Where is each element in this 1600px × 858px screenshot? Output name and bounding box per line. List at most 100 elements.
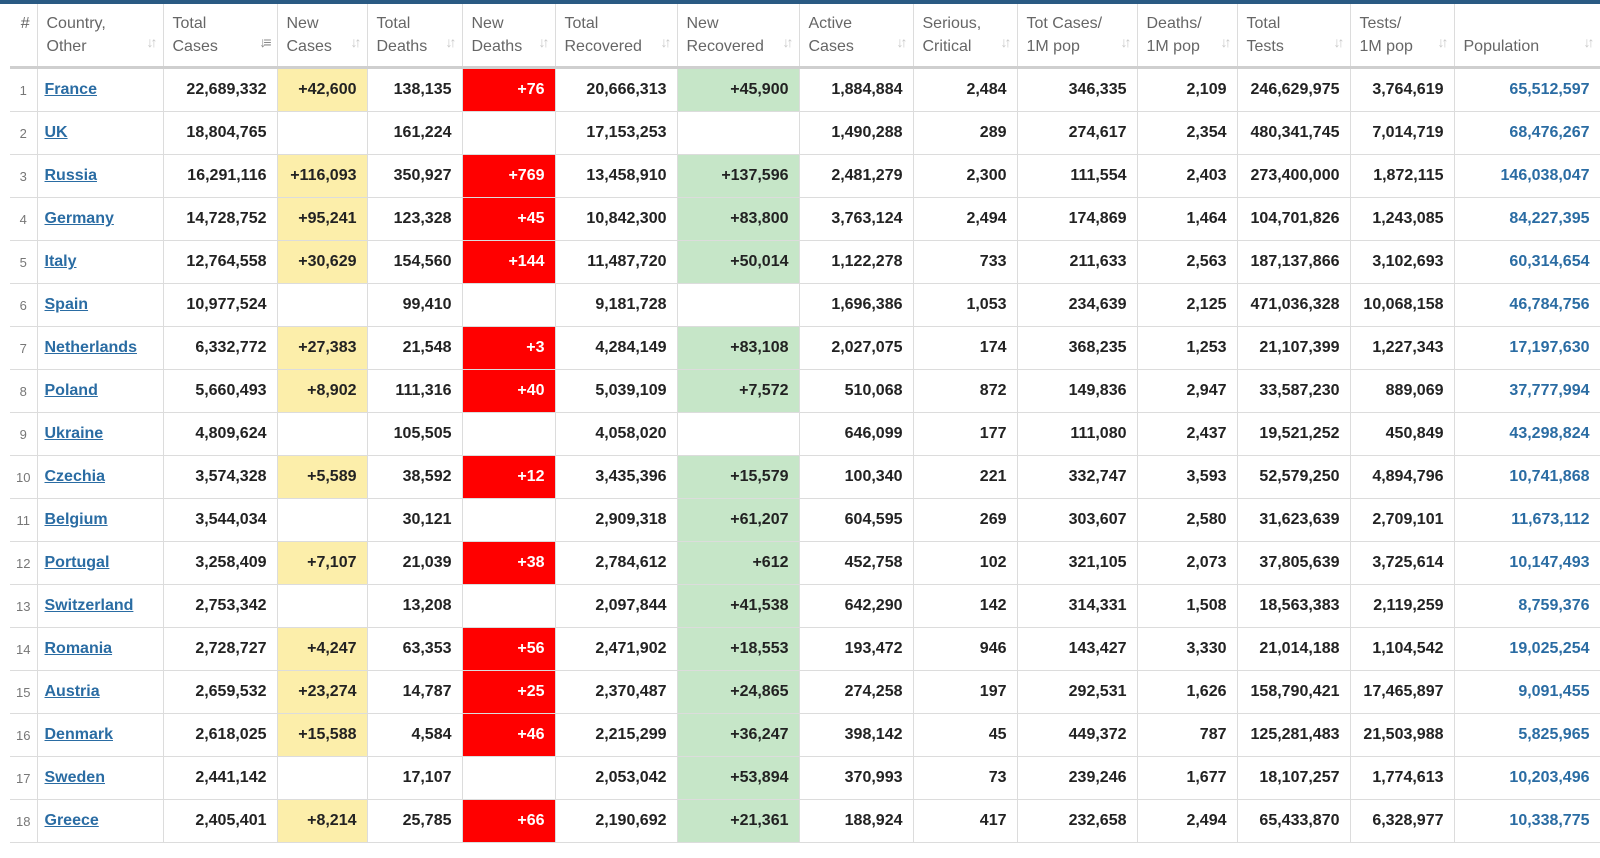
cell-idx: 12 — [10, 541, 38, 585]
cell-new-cases: +30,629 — [277, 240, 368, 284]
sort-arrows-icon[interactable]: ↓↑ — [661, 31, 672, 54]
cell-country[interactable]: Romania — [37, 627, 164, 671]
country-link[interactable]: Germany — [45, 210, 114, 227]
country-link[interactable]: Italy — [45, 253, 77, 270]
cell-country[interactable]: Russia — [37, 154, 164, 198]
cell-serious-critical: 417 — [913, 799, 1018, 843]
country-link[interactable]: Spain — [45, 296, 89, 313]
country-link[interactable]: Denmark — [45, 726, 113, 743]
table-row: 13 Switzerland 2,753,342 13,208 2,097,844 +41… — [10, 584, 1600, 628]
cell-total-deaths: 14,787 — [367, 670, 463, 714]
cell-new-cases: +8,214 — [277, 799, 368, 843]
cell-total-deaths: 161,224 — [367, 111, 463, 155]
column-header-total-deaths[interactable]: Total Deaths ↓↑ — [367, 4, 463, 69]
cell-country[interactable]: Germany — [37, 197, 164, 241]
cell-country[interactable]: Spain — [37, 283, 164, 327]
cell-total-tests: 125,281,483 — [1237, 713, 1351, 757]
cell-country[interactable]: Czechia — [37, 455, 164, 499]
cell-new-recovered: +21,361 — [677, 799, 800, 843]
cell-new-cases — [277, 412, 368, 456]
column-header-active-cases[interactable]: Active Cases ↓↑ — [799, 4, 914, 69]
cell-total-tests: 65,433,870 — [1237, 799, 1351, 843]
cell-total-recovered: 4,284,149 — [555, 326, 678, 370]
table-header: # Country, Other ↓↑ Total Cases ↓≡ New Cases ↓↑ T… — [10, 4, 1600, 69]
column-header-total-tests[interactable]: Total Tests ↓↑ — [1237, 4, 1351, 69]
column-header-label: Critical — [922, 38, 972, 55]
cell-country[interactable]: Sweden — [37, 756, 164, 800]
sort-arrows-icon[interactable]: ↓↑ — [1438, 31, 1449, 54]
cell-country[interactable]: UK — [37, 111, 164, 155]
column-header-new-cases[interactable]: New Cases ↓↑ — [277, 4, 368, 69]
country-link[interactable]: Ukraine — [45, 425, 104, 442]
cell-deaths-1m: 2,580 — [1137, 498, 1238, 542]
cell-new-cases: +5,589 — [277, 455, 368, 499]
country-link[interactable]: Russia — [45, 167, 97, 184]
table-row: 8 Poland 5,660,493 +8,902 111,316 +40 5,039,10… — [10, 369, 1600, 413]
sort-arrows-icon[interactable]: ↓↑ — [897, 31, 908, 54]
cell-population: 68,476,267 — [1454, 111, 1600, 155]
cell-country[interactable]: Denmark — [37, 713, 164, 757]
sort-arrows-icon[interactable]: ↓↑ — [539, 31, 550, 54]
cell-new-cases — [277, 111, 368, 155]
country-link[interactable]: UK — [45, 124, 68, 141]
cell-total-cases: 6,332,772 — [163, 326, 278, 370]
country-link[interactable]: Sweden — [45, 769, 105, 786]
column-header-total-cases[interactable]: Total Cases ↓≡ — [163, 4, 278, 69]
cell-new-recovered: +53,894 — [677, 756, 800, 800]
country-link[interactable]: Czechia — [45, 468, 105, 485]
column-header-new-deaths[interactable]: New Deaths ↓↑ — [462, 4, 556, 69]
cell-total-cases: 2,441,142 — [163, 756, 278, 800]
country-link[interactable]: Greece — [45, 812, 99, 829]
column-header-new-recovered[interactable]: New Recovered ↓↑ — [677, 4, 800, 69]
cell-total-tests: 33,587,230 — [1237, 369, 1351, 413]
sort-arrows-icon[interactable]: ↓↑ — [1221, 31, 1232, 54]
cell-population: 65,512,597 — [1454, 67, 1600, 112]
country-link[interactable]: Portugal — [45, 554, 110, 571]
cell-country[interactable]: France — [37, 67, 164, 112]
sort-arrows-icon[interactable]: ↓↑ — [1001, 31, 1012, 54]
column-header-deaths-1m[interactable]: Deaths/1M pop ↓↑ — [1137, 4, 1238, 69]
cell-country[interactable]: Netherlands — [37, 326, 164, 370]
cell-country[interactable]: Switzerland — [37, 584, 164, 628]
column-header-idx[interactable]: # — [10, 4, 38, 69]
cell-tot-cases-1m: 143,427 — [1017, 627, 1138, 671]
cell-country[interactable]: Belgium — [37, 498, 164, 542]
cell-country[interactable]: Greece — [37, 799, 164, 843]
cell-deaths-1m: 3,593 — [1137, 455, 1238, 499]
cell-country[interactable]: Ukraine — [37, 412, 164, 456]
cell-country[interactable]: Portugal — [37, 541, 164, 585]
country-link[interactable]: Netherlands — [45, 339, 137, 356]
cell-serious-critical: 289 — [913, 111, 1018, 155]
sort-arrows-icon[interactable]: ↓↑ — [1121, 31, 1132, 54]
column-header-total-recovered[interactable]: Total Recovered ↓↑ — [555, 4, 678, 69]
cell-total-cases: 18,804,765 — [163, 111, 278, 155]
column-header-country[interactable]: Country, Other ↓↑ — [37, 4, 164, 69]
cell-total-deaths: 21,548 — [367, 326, 463, 370]
sort-arrows-icon[interactable]: ↓↑ — [783, 31, 794, 54]
cell-active-cases: 193,472 — [799, 627, 914, 671]
cell-active-cases: 398,142 — [799, 713, 914, 757]
column-header-population[interactable]: Population ↓↑ — [1454, 4, 1600, 69]
cell-tot-cases-1m: 292,531 — [1017, 670, 1138, 714]
sort-arrows-icon[interactable]: ↓↑ — [351, 31, 362, 54]
cell-country[interactable]: Italy — [37, 240, 164, 284]
country-link[interactable]: France — [45, 81, 97, 98]
cell-country[interactable]: Poland — [37, 369, 164, 413]
country-link[interactable]: Poland — [45, 382, 98, 399]
country-link[interactable]: Romania — [45, 640, 113, 657]
column-header-serious-critical[interactable]: Serious, Critical ↓↑ — [913, 4, 1018, 69]
cell-active-cases: 1,696,386 — [799, 283, 914, 327]
column-header-tests-1m[interactable]: Tests/1M pop ↓↑ — [1350, 4, 1455, 69]
sort-arrows-icon[interactable]: ↓≡ — [259, 31, 271, 54]
cell-total-deaths: 105,505 — [367, 412, 463, 456]
sort-arrows-icon[interactable]: ↓↑ — [1584, 31, 1595, 54]
country-link[interactable]: Switzerland — [45, 597, 134, 614]
country-link[interactable]: Austria — [45, 683, 100, 700]
country-link[interactable]: Belgium — [45, 511, 108, 528]
sort-arrows-icon[interactable]: ↓↑ — [147, 31, 158, 54]
cell-country[interactable]: Austria — [37, 670, 164, 714]
sort-arrows-icon[interactable]: ↓↑ — [446, 31, 457, 54]
sort-arrows-icon[interactable]: ↓↑ — [1334, 31, 1345, 54]
column-header-tot-cases-1m[interactable]: Tot Cases/1M pop ↓↑ — [1017, 4, 1138, 69]
cell-total-recovered: 17,153,253 — [555, 111, 678, 155]
